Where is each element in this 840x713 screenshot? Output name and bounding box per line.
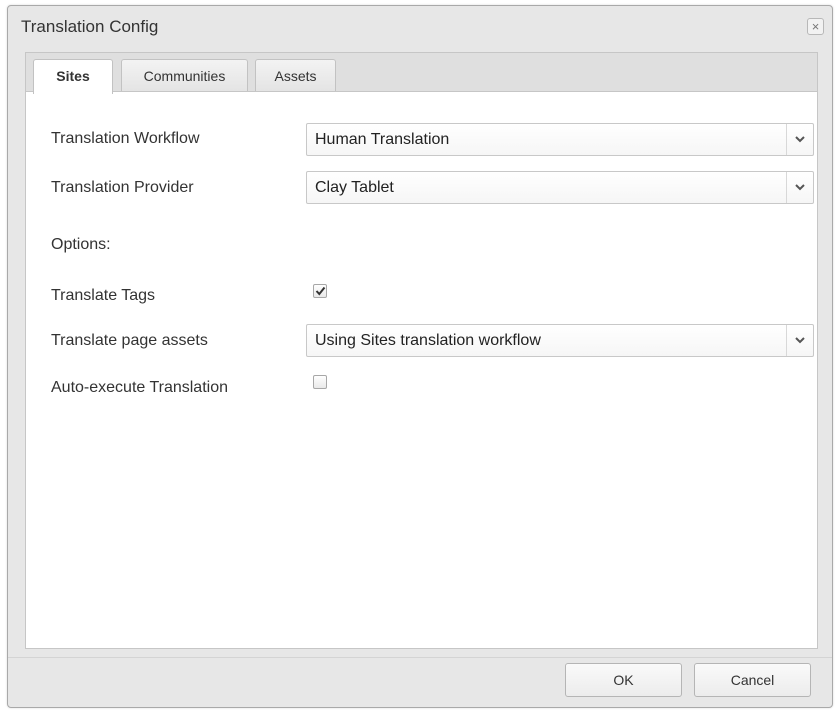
sites-tab-panel: Translation Workflow Human Translation T… <box>25 91 818 649</box>
auto-execute-translation-checkbox[interactable] <box>313 375 327 389</box>
close-icon[interactable]: × <box>807 18 824 35</box>
tab-sites[interactable]: Sites <box>33 59 113 94</box>
chevron-down-icon[interactable] <box>786 124 813 155</box>
cancel-button[interactable]: Cancel <box>694 663 811 697</box>
translate-page-assets-label: Translate page assets <box>51 332 208 349</box>
chevron-down-icon[interactable] <box>786 325 813 356</box>
translate-tags-label: Translate Tags <box>51 287 156 304</box>
auto-execute-translation-label: Auto-execute Translation <box>51 379 228 396</box>
translation-config-dialog: Translation Config × Sites Communities A… <box>7 5 833 708</box>
translate-page-assets-select[interactable]: Using Sites translation workflow <box>306 324 814 357</box>
chevron-down-icon[interactable] <box>786 172 813 203</box>
footer-divider <box>8 657 832 658</box>
checkmark-icon <box>315 286 326 296</box>
translation-workflow-select[interactable]: Human Translation <box>306 123 814 156</box>
ok-button[interactable]: OK <box>565 663 682 697</box>
translation-provider-label: Translation Provider <box>51 179 194 196</box>
translation-workflow-label: Translation Workflow <box>51 130 200 147</box>
options-heading: Options: <box>51 236 111 253</box>
tab-communities[interactable]: Communities <box>121 59 248 93</box>
translate-page-assets-value: Using Sites translation workflow <box>315 332 541 349</box>
translate-tags-checkbox[interactable] <box>313 284 327 298</box>
translation-provider-value: Clay Tablet <box>315 179 394 196</box>
tab-strip: Sites Communities Assets <box>25 52 818 94</box>
dialog-titlebar[interactable]: Translation Config × <box>8 6 832 46</box>
translation-provider-select[interactable]: Clay Tablet <box>306 171 814 204</box>
translation-workflow-value: Human Translation <box>315 131 450 148</box>
dialog-title: Translation Config <box>21 17 159 36</box>
tab-assets[interactable]: Assets <box>255 59 336 93</box>
